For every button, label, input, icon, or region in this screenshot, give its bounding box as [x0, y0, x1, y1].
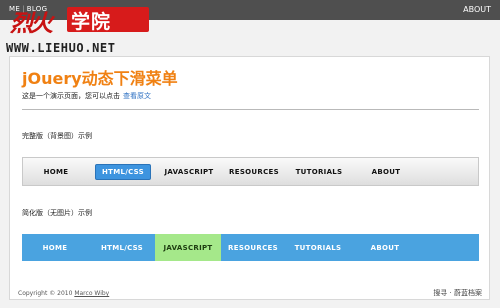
- watermark-brush-text: 烈火: [10, 10, 53, 37]
- simple-menu-item-label: JAVASCRIPT: [163, 243, 213, 252]
- section1-label: 完整版（背景图）示例: [22, 132, 92, 140]
- full-menu-item-home[interactable]: HOME: [23, 158, 89, 185]
- full-menu-item-about[interactable]: ABOUT: [353, 158, 419, 185]
- content-panel: jOuery动态下滑菜单 这是一个演示页面，您可以点击 查看原文 完整版（背景图）…: [9, 56, 490, 300]
- top-about-link[interactable]: ABOUT: [463, 5, 491, 14]
- watermark-url: WWW.LIEHUO.NET: [6, 41, 116, 55]
- footer-right-text: 搜寻 · 蔚蓝档案: [433, 289, 482, 297]
- watermark-logo: 烈火 学院 WWW.LIEHUO.NET: [4, 3, 149, 55]
- simple-menu-item-about[interactable]: ABOUT: [352, 234, 418, 261]
- copyright-text: Copyright © 2010: [18, 290, 73, 297]
- intro-text: 这是一个演示页面，您可以点击: [22, 92, 120, 100]
- full-menu-item-javascript[interactable]: JAVASCRIPT: [156, 158, 222, 185]
- simple-menu-item-home[interactable]: HOME: [22, 234, 88, 261]
- simple-menu-item-label: ABOUT: [370, 243, 400, 252]
- simple-menu-item-label: RESOURCES: [228, 243, 278, 252]
- full-menu-item-label: JAVASCRIPT: [164, 167, 214, 176]
- full-menu-item-label: ABOUT: [371, 167, 401, 176]
- full-version-menu: HOME HTML/CSS JAVASCRIPT RESOURCES TUTORIALS…: [22, 157, 479, 186]
- simple-menu-item-javascript[interactable]: JAVASCRIPT: [155, 234, 221, 261]
- full-menu-item-label: RESOURCES: [229, 167, 279, 176]
- watermark-box: 学院: [67, 7, 149, 33]
- view-original-link[interactable]: 查看原文: [123, 92, 151, 100]
- simple-menu-item-tutorials[interactable]: TUTORIALS: [285, 234, 351, 261]
- section2-label: 简化版（无图片）示例: [22, 209, 92, 217]
- full-menu-item-label: HTML/CSS: [94, 163, 152, 180]
- full-menu-item-label: HOME: [43, 167, 69, 176]
- copyright: Copyright © 2010 Marco Wiby: [18, 290, 109, 297]
- watermark-box-text: 学院: [71, 11, 112, 33]
- author-link[interactable]: Marco Wiby: [74, 290, 109, 297]
- simple-version-menu: HOME HTML/CSS JAVASCRIPT RESOURCES TUTORIALS…: [22, 234, 479, 261]
- divider: [22, 109, 479, 110]
- simple-menu-item-html-css[interactable]: HTML/CSS: [89, 234, 155, 261]
- full-menu-item-resources[interactable]: RESOURCES: [221, 158, 287, 185]
- page-title: jOuery动态下滑菜单: [22, 69, 178, 88]
- simple-menu-item-label: HOME: [42, 243, 68, 252]
- full-menu-item-tutorials[interactable]: TUTORIALS: [286, 158, 352, 185]
- full-menu-item-html-css[interactable]: HTML/CSS: [90, 158, 156, 185]
- intro-line: 这是一个演示页面，您可以点击 查看原文: [22, 91, 151, 101]
- simple-menu-item-label: TUTORIALS: [294, 243, 342, 252]
- full-menu-item-label: TUTORIALS: [295, 167, 343, 176]
- simple-menu-item-resources[interactable]: RESOURCES: [220, 234, 286, 261]
- simple-menu-item-label: HTML/CSS: [100, 243, 144, 252]
